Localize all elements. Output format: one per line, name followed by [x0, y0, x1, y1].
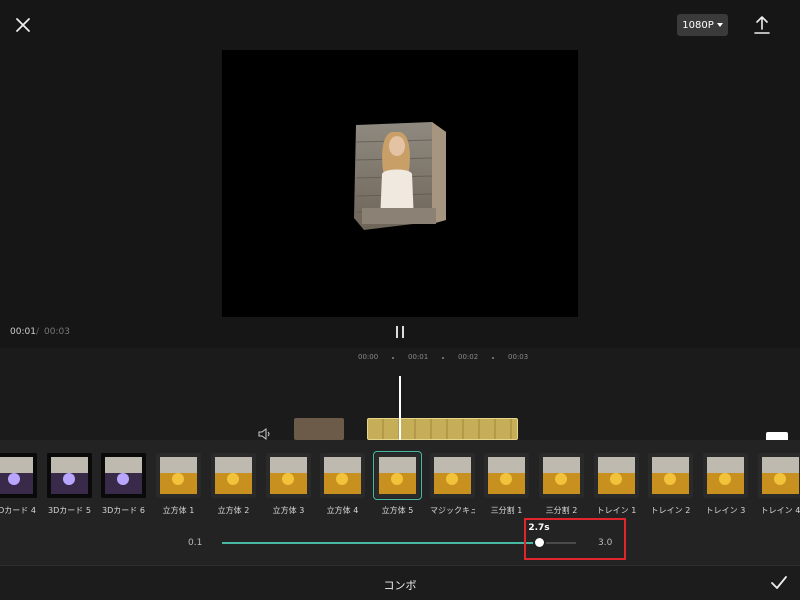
effect-label: 立方体 5: [381, 506, 414, 515]
effect-item[interactable]: 三分割 2: [539, 453, 587, 516]
effect-thumbnail: [758, 453, 800, 498]
effect-item[interactable]: 3Dカード 6: [101, 453, 149, 516]
effect-thumbnail: [594, 453, 639, 498]
cube-preview-image: [354, 122, 446, 230]
effect-label: 立方体 2: [217, 506, 250, 515]
slider-fill: [222, 542, 539, 544]
effect-thumbnail: [320, 453, 365, 498]
effect-label: トレイン 4: [760, 506, 800, 515]
effect-list: 3Dカード 4 3Dカード 5 3Dカード 6 立方体 1 立方体 2 立方体 3 立方体 …: [0, 450, 800, 520]
ruler-tick: 00:00: [358, 353, 379, 361]
add-clip-button[interactable]: [766, 432, 788, 440]
effect-thumbnail: [484, 453, 529, 498]
export-icon[interactable]: [752, 14, 772, 36]
duration-slider-row: 0.1 2.7s 3.0: [0, 518, 800, 568]
close-icon[interactable]: [12, 14, 34, 36]
slider-min-label: 0.1: [188, 538, 203, 548]
effect-thumbnail: [101, 453, 146, 498]
video-clip-selected[interactable]: [367, 418, 518, 440]
effect-label: トレイン 2: [650, 506, 691, 515]
effect-label: 立方体 3: [272, 506, 305, 515]
effect-label: 3Dカード 4: [0, 506, 36, 515]
resolution-label: 1080P: [682, 19, 714, 31]
effect-item[interactable]: 立方体 1: [156, 453, 204, 516]
effect-thumbnail: [156, 453, 201, 498]
ruler-dot: [392, 357, 394, 359]
ruler-tick: 00:03: [508, 353, 529, 361]
effect-thumbnail: [430, 453, 475, 498]
timeline[interactable]: 00:00 00:01 00:02 00:03: [0, 348, 800, 440]
effect-thumbnail: [211, 453, 256, 498]
effect-label: 3Dカード 6: [102, 506, 145, 515]
effect-label: トレイン 1: [596, 506, 637, 515]
effect-item[interactable]: 3Dカード 4: [0, 453, 40, 516]
effect-item[interactable]: トレイン 3: [703, 453, 751, 516]
top-bar: 1080P: [0, 0, 800, 50]
effect-item[interactable]: 立方体 2: [211, 453, 259, 516]
effect-item[interactable]: 3Dカード 5: [47, 453, 95, 516]
ruler-tick: 00:01: [408, 353, 429, 361]
video-clip[interactable]: [294, 418, 344, 440]
effect-label: マジックキュ: [430, 506, 475, 515]
effect-thumbnail: [47, 453, 92, 498]
effect-item[interactable]: マジックキュ: [430, 453, 478, 516]
current-time: 00:01: [10, 327, 36, 337]
chevron-down-icon: [716, 23, 723, 27]
effect-item[interactable]: トレイン 1: [594, 453, 642, 516]
effect-item[interactable]: トレイン 2: [648, 453, 696, 516]
speaker-icon[interactable]: [258, 428, 272, 440]
effect-label: 立方体 1: [162, 506, 195, 515]
time-separator: /: [36, 327, 40, 337]
effect-item[interactable]: 立方体 3: [266, 453, 314, 516]
effect-label: トレイン 3: [705, 506, 746, 515]
checkmark-icon[interactable]: [770, 575, 788, 591]
effect-thumbnail: [648, 453, 693, 498]
pause-icon[interactable]: [393, 325, 407, 339]
effect-label: 三分割 2: [545, 506, 578, 515]
effect-thumbnail: [539, 453, 584, 498]
effect-item[interactable]: トレイン 4: [758, 453, 800, 516]
effect-label: 立方体 4: [326, 506, 359, 515]
bottom-bar: コンボ: [0, 565, 800, 600]
total-time: 00:03: [44, 327, 70, 337]
ruler-dot: [492, 357, 494, 359]
effect-label: 3Dカード 5: [48, 506, 91, 515]
effect-item[interactable]: 三分割 1: [484, 453, 532, 516]
ruler-dot: [442, 357, 444, 359]
effect-thumbnail: [703, 453, 748, 498]
effect-thumbnail: [266, 453, 311, 498]
playback-bar: 00:01 / 00:03: [0, 322, 800, 344]
effect-label: 三分割 1: [490, 506, 523, 515]
duration-slider[interactable]: 2.7s: [222, 523, 576, 549]
ruler-tick: 00:02: [458, 353, 479, 361]
video-preview: [222, 50, 578, 317]
effect-thumbnail: [0, 453, 37, 498]
effect-thumbnail: [373, 451, 422, 500]
playhead[interactable]: [399, 376, 401, 440]
effect-item[interactable]: 立方体 5: [373, 451, 423, 516]
panel-title: コンボ: [383, 579, 417, 592]
resolution-dropdown[interactable]: 1080P: [677, 14, 728, 36]
effect-item[interactable]: 立方体 4: [320, 453, 368, 516]
highlight-box: [524, 518, 626, 560]
